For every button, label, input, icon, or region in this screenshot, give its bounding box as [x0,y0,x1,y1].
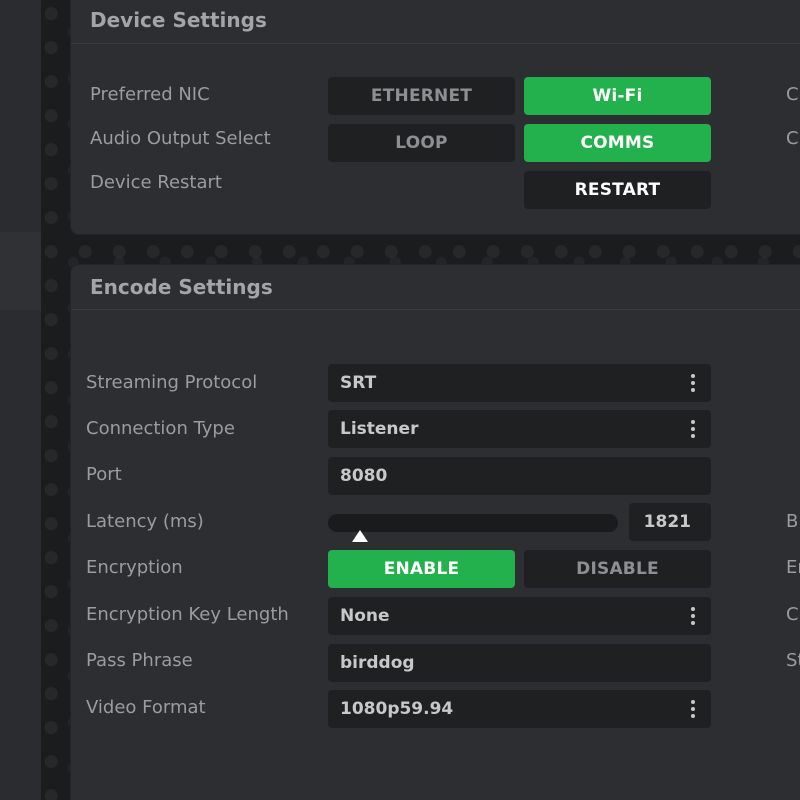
preferred-nic-label: Preferred NIC [90,84,210,105]
encryption-key-length-select[interactable]: None [328,597,711,635]
streaming-protocol-label: Streaming Protocol [86,372,258,393]
encode-settings-divider [71,309,800,310]
clipped-label-2: C [786,128,799,149]
connection-type-select[interactable]: Listener [328,410,711,448]
clipped-label-5: C [786,604,799,625]
device-settings-divider [71,43,800,44]
connection-type-label: Connection Type [86,418,235,439]
latency-slider-thumb[interactable] [352,530,368,542]
device-settings-title: Device Settings [90,8,267,32]
kebab-menu-icon[interactable] [691,700,695,718]
video-format-select[interactable]: 1080p59.94 [328,690,711,728]
clipped-label-6: St [786,650,800,671]
latency-value-input[interactable]: 1821 [629,503,711,541]
encryption-label: Encryption [86,557,183,578]
encryption-key-length-label: Encryption Key Length [86,604,289,625]
kebab-menu-icon[interactable] [691,607,695,625]
clipped-label-3: B [786,511,799,532]
audio-comms-button[interactable]: COMMS [524,124,711,162]
pass-phrase-value: birddog [340,653,415,673]
connection-type-value: Listener [340,419,419,439]
restart-button[interactable]: RESTART [524,171,711,209]
sidebar-active-band [0,232,41,310]
encryption-key-length-value: None [340,606,390,626]
pass-phrase-label: Pass Phrase [86,650,193,671]
latency-label: Latency (ms) [86,511,204,532]
nic-ethernet-button[interactable]: ETHERNET [328,77,515,115]
kebab-menu-icon[interactable] [691,420,695,438]
port-label: Port [86,464,122,485]
kebab-menu-icon[interactable] [691,374,695,392]
port-value: 8080 [340,466,388,486]
streaming-protocol-value: SRT [340,373,377,393]
streaming-protocol-select[interactable]: SRT [328,364,711,402]
encryption-enable-button[interactable]: ENABLE [328,550,515,588]
clipped-label-4: Er [786,557,800,578]
clipped-label-1: C [786,84,799,105]
nic-wifi-button[interactable]: Wi-Fi [524,77,711,115]
video-format-value: 1080p59.94 [340,699,454,719]
audio-loop-button[interactable]: LOOP [328,124,515,162]
device-restart-label: Device Restart [90,172,222,193]
pass-phrase-input[interactable]: birddog [328,644,711,682]
video-format-label: Video Format [86,697,206,718]
encryption-disable-button[interactable]: DISABLE [524,550,711,588]
encode-settings-title: Encode Settings [90,275,273,299]
left-sidebar [0,0,41,800]
port-input[interactable]: 8080 [328,457,711,495]
latency-slider[interactable] [328,514,618,532]
audio-output-select-label: Audio Output Select [90,128,271,149]
